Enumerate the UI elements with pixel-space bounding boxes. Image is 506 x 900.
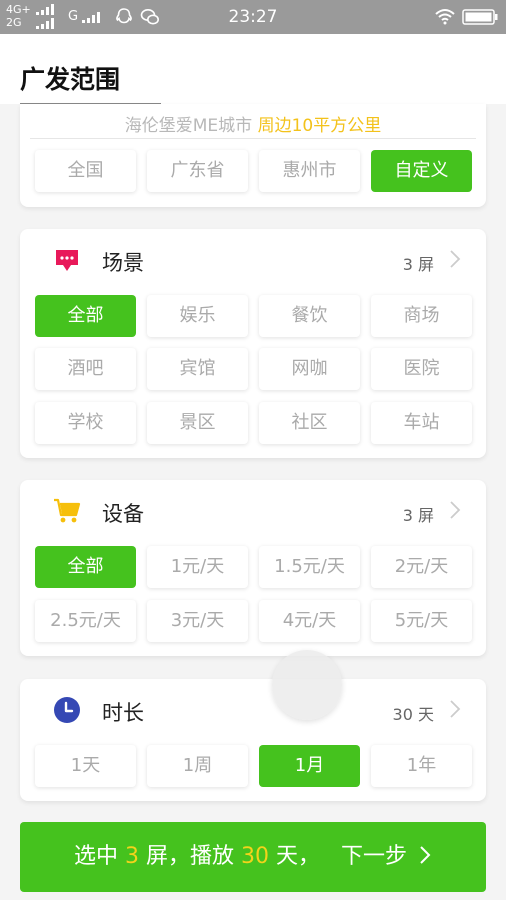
scene-option[interactable]: 酒吧	[35, 348, 136, 390]
duration-count: 30 天	[392, 705, 434, 724]
device-option[interactable]: 4元/天	[259, 600, 360, 642]
location-line: 海伦堡爱ME城市 周边10平方公里	[20, 111, 486, 136]
floating-assistive-button[interactable]	[272, 650, 342, 720]
device-option[interactable]: 3元/天	[147, 600, 248, 642]
duration-header[interactable]: 时长 30 天	[20, 679, 486, 739]
battery-icon	[462, 9, 498, 25]
scene-card: 场景 3 屏 全部 娱乐 餐饮 商场 酒吧 宾馆 网咖 医院 学校 景区 社区 …	[20, 229, 486, 458]
scene-option[interactable]: 景区	[147, 402, 248, 444]
next-step-button[interactable]: 选中 3 屏，播放 30 天， 下一步	[20, 822, 486, 892]
scene-option[interactable]: 全部	[35, 295, 136, 337]
duration-option[interactable]: 1月	[259, 745, 360, 787]
footer-prefix: 选中	[73, 844, 118, 869]
divider	[30, 138, 476, 139]
scene-option[interactable]: 宾馆	[147, 348, 248, 390]
clock-icon	[54, 697, 80, 723]
chat-bubble-icon	[56, 250, 78, 271]
duration-label: 时长	[102, 701, 144, 725]
scene-option[interactable]: 车站	[371, 402, 472, 444]
range-text: 周边10平方公里	[257, 116, 382, 136]
scene-option[interactable]: 网咖	[259, 348, 360, 390]
device-option[interactable]: 2.5元/天	[35, 600, 136, 642]
scene-option[interactable]: 社区	[259, 402, 360, 444]
scene-count: 3 屏	[402, 255, 434, 274]
region-option-city[interactable]: 惠州市	[259, 150, 360, 192]
footer-day-count: 30	[241, 844, 269, 869]
chevron-right-icon	[450, 250, 461, 268]
chevron-right-icon	[420, 846, 431, 864]
footer-suffix: 天，	[276, 844, 321, 869]
wifi-icon	[435, 9, 455, 25]
region-option-national[interactable]: 全国	[35, 150, 136, 192]
status-bar: 4G+ 2G G 23:27	[0, 0, 506, 34]
scene-option[interactable]: 医院	[371, 348, 472, 390]
duration-option[interactable]: 1年	[371, 745, 472, 787]
page-title: 广发范围	[20, 65, 121, 94]
location-name: 海伦堡爱ME城市	[124, 116, 253, 136]
duration-option[interactable]: 1天	[35, 745, 136, 787]
region-option-province[interactable]: 广东省	[147, 150, 248, 192]
device-option[interactable]: 全部	[35, 546, 136, 588]
device-header[interactable]: 设备 3 屏	[20, 480, 486, 540]
scene-option[interactable]: 餐饮	[259, 295, 360, 337]
scene-option[interactable]: 学校	[35, 402, 136, 444]
scene-option[interactable]: 娱乐	[147, 295, 248, 337]
device-card: 设备 3 屏 全部 1元/天 1.5元/天 2元/天 2.5元/天 3元/天 4…	[20, 480, 486, 656]
device-label: 设备	[102, 502, 144, 526]
cart-icon	[54, 498, 81, 523]
clock-time: 23:27	[228, 7, 278, 27]
scene-option[interactable]: 商场	[371, 295, 472, 337]
device-option[interactable]: 1元/天	[147, 546, 248, 588]
device-option[interactable]: 5元/天	[371, 600, 472, 642]
footer-mid: 屏，播放	[145, 844, 234, 869]
device-option[interactable]: 2元/天	[371, 546, 472, 588]
duration-option[interactable]: 1周	[147, 745, 248, 787]
footer-next-label: 下一步	[341, 844, 408, 869]
region-option-custom[interactable]: 自定义	[371, 150, 472, 192]
scene-label: 场景	[102, 251, 144, 275]
scene-header[interactable]: 场景 3 屏	[20, 229, 486, 289]
device-option[interactable]: 1.5元/天	[259, 546, 360, 588]
device-count: 3 屏	[402, 506, 434, 525]
region-card: 海伦堡爱ME城市 周边10平方公里 全国 广东省 惠州市 自定义	[20, 104, 486, 207]
page-header: 广发范围	[0, 34, 506, 105]
chevron-right-icon	[450, 700, 461, 718]
duration-card: 时长 30 天 1天 1周 1月 1年	[20, 679, 486, 801]
chevron-right-icon	[450, 501, 461, 519]
footer-screen-count: 3	[124, 844, 139, 869]
